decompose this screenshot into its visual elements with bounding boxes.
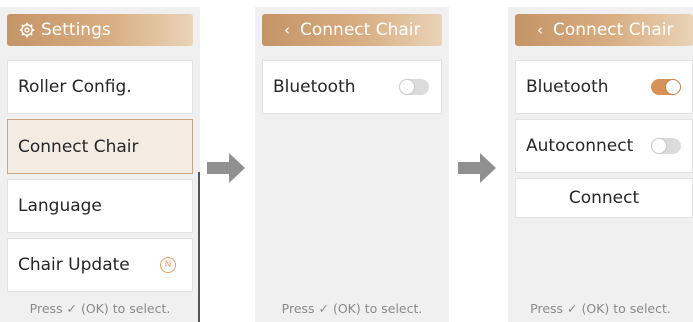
page-title: Connect Chair (300, 20, 421, 40)
connect-chair-screen-off: ‹ Connect Chair Bluetooth Press ✓ (OK) t… (255, 7, 449, 322)
autoconnect-row[interactable]: Autoconnect (515, 119, 693, 173)
chevron-left-icon[interactable]: ‹ (537, 14, 543, 46)
menu-item-chair-update[interactable]: Chair Update N (7, 238, 193, 292)
hint-text: Press ✓ (OK) to select. (29, 301, 171, 316)
toggle-knob (652, 139, 666, 153)
menu-item-roller-config[interactable]: Roller Config. (7, 60, 193, 114)
gear-icon (19, 22, 35, 38)
arrow-right-icon (458, 153, 496, 183)
connect-button-label: Connect (568, 188, 640, 208)
toggle-knob (666, 80, 680, 94)
bluetooth-toggle[interactable] (399, 79, 429, 95)
page-title: Connect Chair (553, 20, 674, 40)
bluetooth-label: Bluetooth (273, 77, 356, 97)
new-badge-icon: N (160, 257, 176, 273)
chevron-left-icon[interactable]: ‹ (284, 14, 290, 46)
autoconnect-toggle[interactable] (651, 138, 681, 154)
page-title: Settings (41, 20, 111, 40)
bluetooth-label: Bluetooth (526, 77, 609, 97)
arrow-right-icon (207, 153, 245, 183)
menu-item-label: Roller Config. (18, 77, 132, 97)
connect-chair-header: ‹ Connect Chair (262, 14, 442, 46)
connect-button[interactable]: Connect (515, 178, 693, 218)
autoconnect-label: Autoconnect (526, 136, 634, 156)
connect-chair-screen-on: ‹ Connect Chair Bluetooth Autoconnect Co… (508, 7, 693, 322)
menu-item-connect-chair[interactable]: Connect Chair (7, 119, 193, 174)
menu-item-language[interactable]: Language (7, 179, 193, 233)
hint-text: Press ✓ (OK) to select. (281, 301, 423, 316)
connect-chair-header: ‹ Connect Chair (515, 14, 693, 46)
hint-text: Press ✓ (OK) to select. (530, 301, 671, 316)
bluetooth-row[interactable]: Bluetooth (262, 60, 442, 114)
settings-screen: Settings Roller Config. Connect Chair La… (0, 7, 200, 322)
settings-header: Settings (7, 14, 193, 46)
bluetooth-row[interactable]: Bluetooth (515, 60, 693, 114)
toggle-knob (400, 80, 414, 94)
bluetooth-toggle[interactable] (651, 79, 681, 95)
menu-item-label: Language (18, 196, 102, 216)
menu-item-label: Chair Update (18, 255, 130, 275)
scrollbar[interactable] (198, 172, 200, 322)
menu-item-label: Connect Chair (18, 136, 139, 157)
